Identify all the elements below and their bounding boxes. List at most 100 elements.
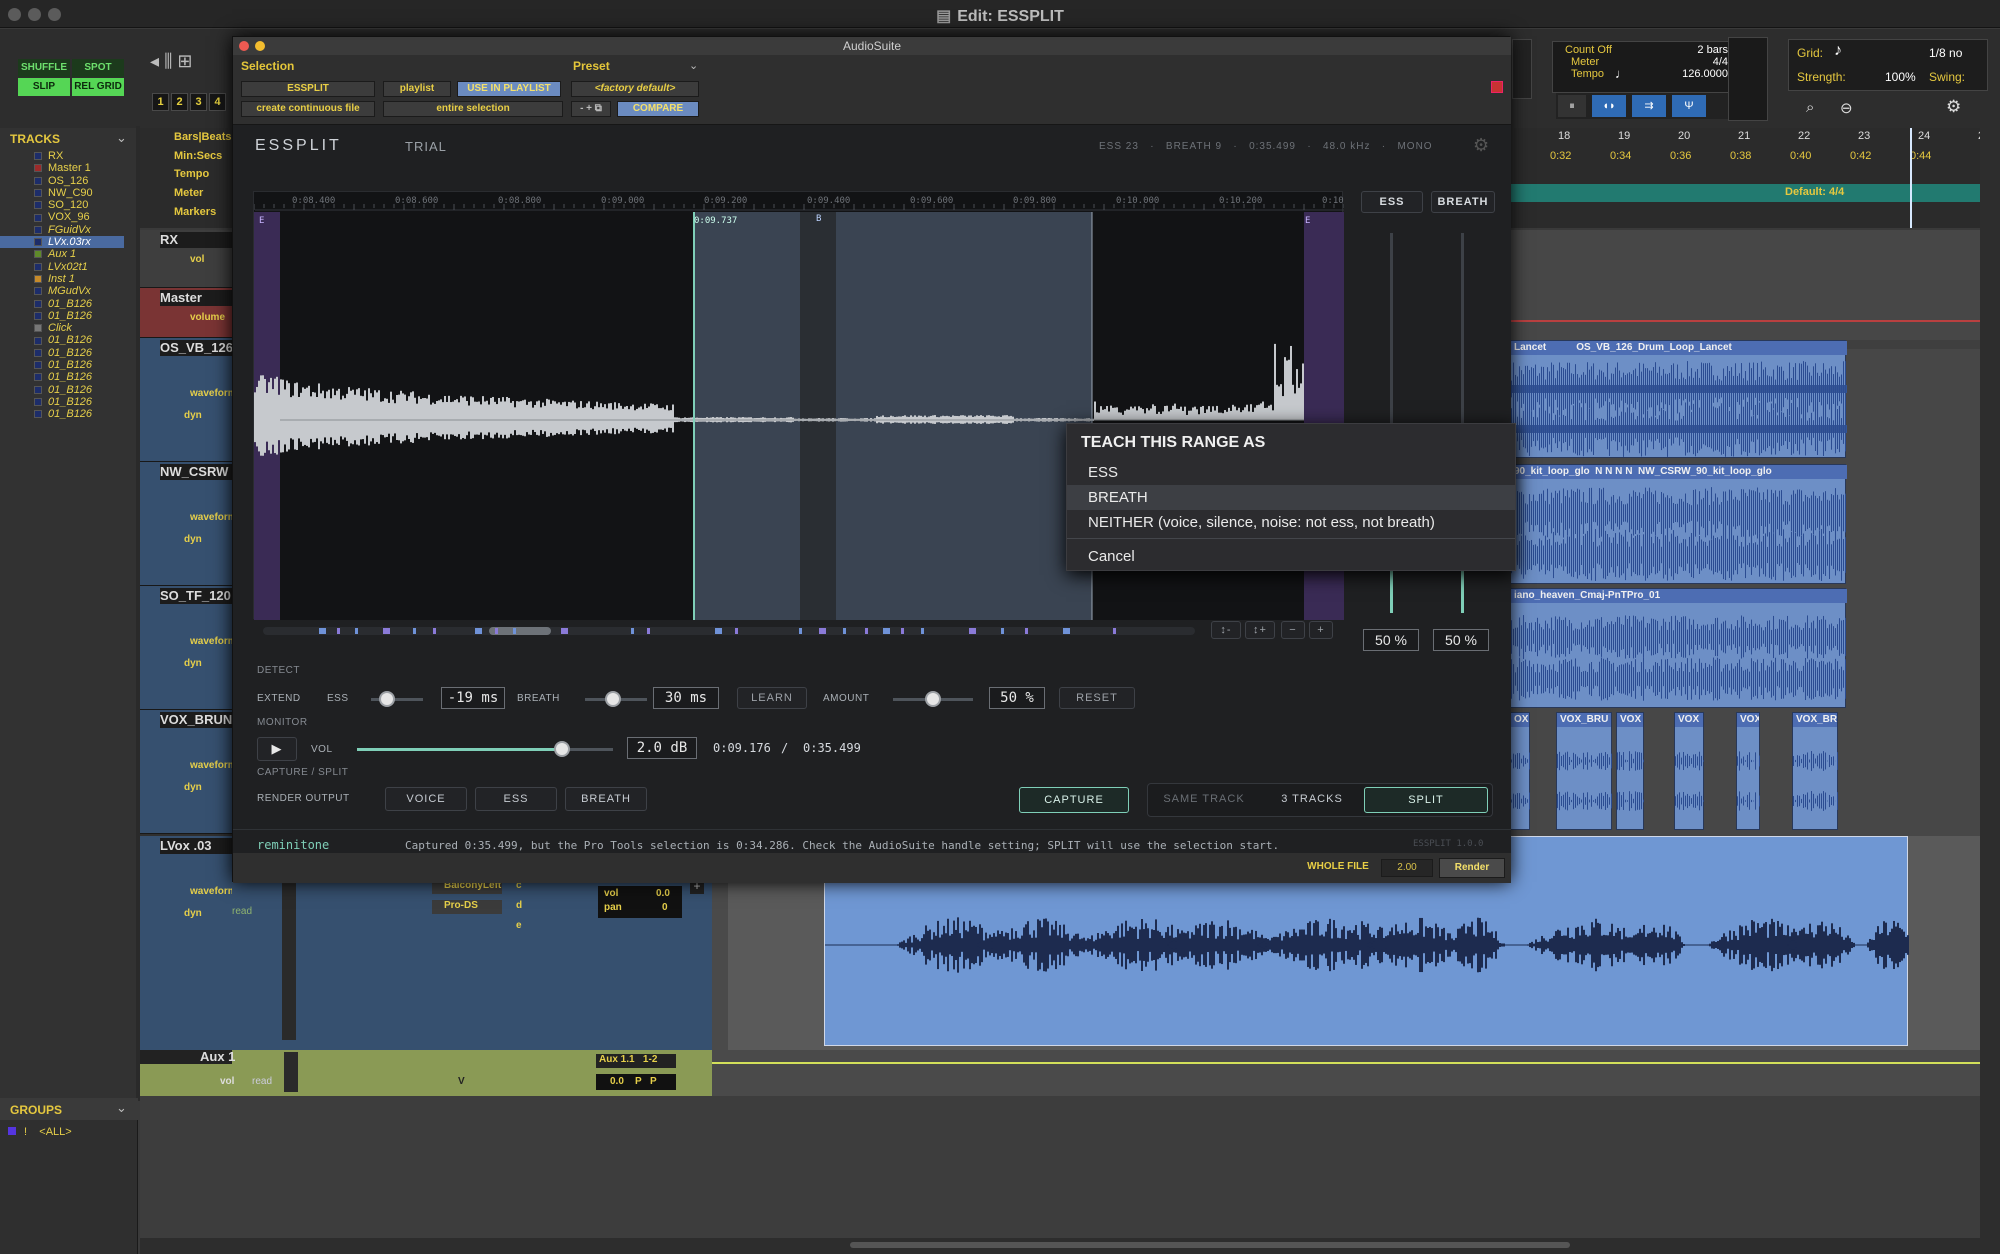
three-tracks-option[interactable]: 3 TRACKS xyxy=(1260,788,1364,812)
track-list-item[interactable]: 01_B126 xyxy=(0,347,124,359)
handle-length-field[interactable]: 2.00 xyxy=(1381,859,1433,877)
compare-button[interactable]: COMPARE xyxy=(617,101,699,117)
vox-clip[interactable]: VOX xyxy=(1616,712,1644,830)
breath-extend-value[interactable]: 30 ms xyxy=(653,687,719,709)
zoom-preset-4[interactable]: 4 xyxy=(209,93,226,111)
reset-button[interactable]: RESET xyxy=(1059,687,1135,709)
track-list-item[interactable]: 01_B126 xyxy=(0,310,124,322)
track-list-item[interactable]: LVx.03rx xyxy=(0,236,124,249)
track-view-selector[interactable]: waveform xyxy=(190,636,237,647)
capture-button[interactable]: CAPTURE xyxy=(1019,787,1129,813)
track-list-item[interactable]: OS_126 xyxy=(0,175,124,187)
render-button[interactable]: Render xyxy=(1439,858,1505,878)
track-list-item[interactable]: NW_C90 xyxy=(0,187,124,199)
close-audiosuite-button[interactable] xyxy=(239,41,249,51)
track-list-item[interactable]: Aux 1 xyxy=(0,248,124,260)
clip-nw-kit-loop[interactable]: 90_kit_loop_glo N N N N NW_CSRW_90_kit_l… xyxy=(1510,464,1847,584)
track-view-selector[interactable]: waveform xyxy=(190,512,237,523)
monitor-volume-knob[interactable] xyxy=(553,741,570,757)
ruler-min-secs[interactable]: Min:Secs xyxy=(140,147,232,166)
empty-track-area[interactable] xyxy=(140,1096,1980,1238)
automation-selector[interactable]: dyn xyxy=(184,658,202,669)
track-list-item[interactable]: 01_B126 xyxy=(0,371,124,383)
wait-for-note-icon[interactable]: ⏸ xyxy=(1558,95,1586,117)
automation-selector[interactable]: dyn xyxy=(184,534,202,545)
track-view-selector[interactable]: waveform xyxy=(190,760,237,771)
bottom-scrollbar[interactable] xyxy=(140,1238,1980,1254)
monitor-volume-slider[interactable] xyxy=(357,741,613,757)
ruler-markers[interactable]: Markers xyxy=(140,203,232,222)
lvox-strip-field[interactable]: waveform xyxy=(190,886,237,897)
amount-slider[interactable] xyxy=(893,691,973,707)
spot-mode-button[interactable]: SPOT xyxy=(72,59,124,77)
vol-pan-display[interactable]: vol 0.0 pan 0 xyxy=(598,886,682,918)
input-monitor-icon[interactable]: Ψ xyxy=(1672,95,1706,117)
minimize-audiosuite-button[interactable] xyxy=(255,41,265,51)
bypass-icon[interactable] xyxy=(1491,81,1503,93)
zoom-preset-2[interactable]: 2 xyxy=(171,93,188,111)
automation-selector[interactable]: dyn xyxy=(184,410,202,421)
breath-sensitivity-button[interactable]: BREATH xyxy=(1431,191,1495,213)
amount-value[interactable]: 50 % xyxy=(989,687,1045,709)
zoom-fit-icon[interactable]: ⊖ xyxy=(1840,99,1853,117)
vox-clip[interactable]: OX xyxy=(1510,712,1530,830)
split-button[interactable]: SPLIT xyxy=(1364,787,1488,813)
zoom-controls[interactable]: ◂ ⫼ ⊞ xyxy=(150,51,230,81)
entire-selection-selector[interactable]: entire selection xyxy=(383,101,563,117)
clip-so-piano[interactable]: iano_heaven_Cmaj-PnTPro_01 xyxy=(1510,588,1847,708)
ess-sensitivity-value[interactable]: 50 % xyxy=(1363,629,1419,651)
vox-clip[interactable]: VOX xyxy=(1674,712,1704,830)
track-list-item[interactable]: FGuidVx xyxy=(0,224,124,236)
track-list-item[interactable]: SO_120 xyxy=(0,199,124,211)
menu-item-neither[interactable]: NEITHER (voice, silence, noise: not ess,… xyxy=(1067,510,1515,535)
track-list-item[interactable]: 01_B126 xyxy=(0,359,124,371)
waveform-zoom-icon[interactable]: ⫼ xyxy=(164,51,172,71)
groups-menu-icon[interactable]: ⌄ xyxy=(116,1100,127,1116)
use-in-playlist-button[interactable]: USE IN PLAYLIST xyxy=(457,81,561,97)
zoom-out-button[interactable]: − xyxy=(1281,621,1305,639)
ess-sensitivity-button[interactable]: ESS xyxy=(1361,191,1423,213)
render-breath-toggle[interactable]: BREATH xyxy=(565,787,647,811)
zoom-vertical-out-button[interactable]: ↕- xyxy=(1211,621,1241,639)
tempo-display[interactable]: Count Off Meter Tempo ♩ 2 bars 4/4 126.0… xyxy=(1552,41,1738,93)
play-button[interactable]: ▶ xyxy=(257,737,297,761)
aux-track-lane[interactable] xyxy=(712,1050,1980,1096)
preset-menu-icon[interactable]: ⌄ xyxy=(689,59,698,72)
create-file-selector[interactable]: create continuous file xyxy=(241,101,375,117)
track-list[interactable]: RX Master 1 OS_126 NW_C90 SO_120 VOX_96 FGuidV… xyxy=(0,150,124,421)
track-list-item[interactable]: 01_B126 xyxy=(0,384,124,396)
ruler-bars-beats[interactable]: Bars|Beats xyxy=(140,128,232,147)
slip-mode-button[interactable]: SLIP xyxy=(18,78,70,96)
ess-extend-value[interactable]: -19 ms xyxy=(441,687,505,709)
breath-extend-knob[interactable] xyxy=(604,691,621,707)
track-list-item[interactable]: MGudVx xyxy=(0,285,124,297)
zoom-preset-1[interactable]: 1 xyxy=(152,93,169,111)
render-voice-toggle[interactable]: VOICE xyxy=(385,787,467,811)
track-list-item[interactable]: LVx02t1 xyxy=(0,261,124,273)
track-view-selector[interactable]: waveform xyxy=(190,388,237,399)
zoom-vertical-in-button[interactable]: ↕+ xyxy=(1245,621,1275,639)
breath-sensitivity-value[interactable]: 50 % xyxy=(1433,629,1489,651)
zoom-in-button[interactable]: + xyxy=(1309,621,1333,639)
vertical-scrollbar[interactable] xyxy=(1980,128,2000,1254)
zoom-out-icon[interactable]: ◂ xyxy=(150,51,159,71)
lvox-automation-mode[interactable]: read xyxy=(232,906,252,917)
track-list-item[interactable]: Click xyxy=(0,322,124,334)
preset-selector[interactable]: <factory default> xyxy=(571,81,699,97)
rel-grid-mode-button[interactable]: REL GRID xyxy=(72,78,124,96)
playlist-selector[interactable]: playlist xyxy=(383,81,451,97)
menu-item-cancel[interactable]: Cancel xyxy=(1067,544,1515,569)
breath-extend-slider[interactable] xyxy=(585,691,647,707)
automation-selector[interactable]: dyn xyxy=(184,782,202,793)
tool-icon[interactable]: ⊞ xyxy=(177,51,192,71)
lvox-strip-field[interactable]: dyn xyxy=(184,908,202,919)
playhead[interactable] xyxy=(1910,128,1912,228)
track-list-item[interactable]: Inst 1 xyxy=(0,273,124,285)
track-view-selector[interactable]: volume xyxy=(190,312,225,323)
ruler-tempo[interactable]: Tempo xyxy=(140,165,232,184)
plugin-selector[interactable]: ESSPLIT xyxy=(241,81,375,97)
zoom-toggle-icon[interactable]: ⌕ xyxy=(1806,99,1814,116)
ruler-meter[interactable]: Meter xyxy=(140,184,232,203)
monitor-volume-value[interactable]: 2.0 dB xyxy=(627,737,697,759)
learn-button[interactable]: LEARN xyxy=(737,687,807,709)
